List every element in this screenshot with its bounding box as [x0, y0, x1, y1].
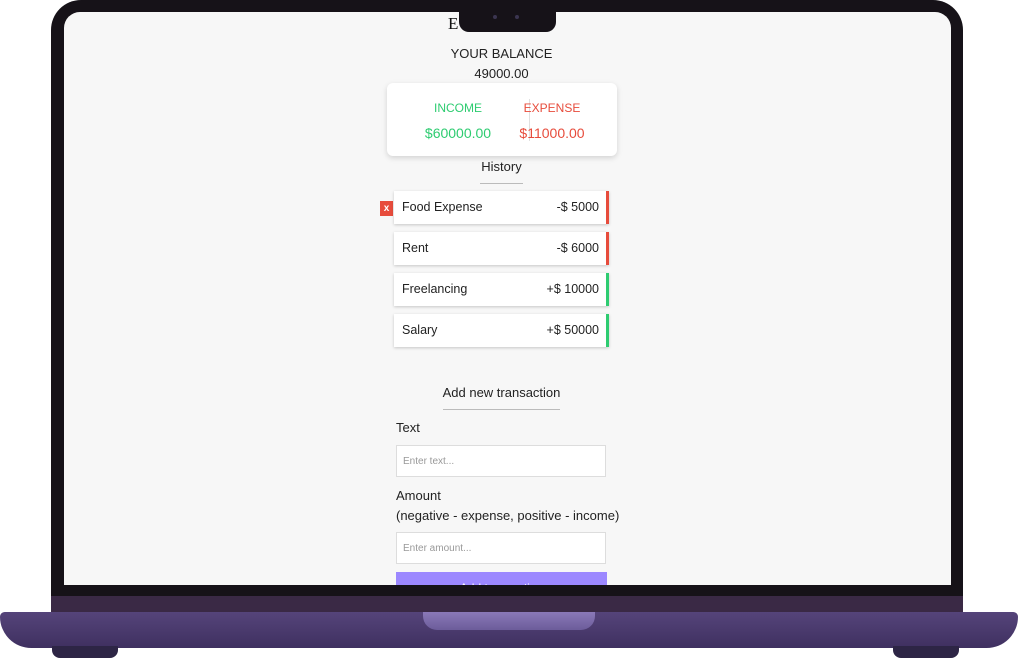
transaction-item[interactable]: Food Expense -$ 5000 — [394, 191, 609, 224]
amount-input[interactable] — [396, 532, 606, 564]
history-title: History — [481, 159, 522, 174]
transaction-amount: -$ 6000 — [556, 241, 599, 255]
expense-value: $11000.00 — [519, 125, 585, 141]
balance-value: 49000.00 — [474, 66, 529, 81]
transaction-text: Freelancing — [402, 282, 468, 296]
screen: E YOUR BALANCE 49000.00 INCOME $60000.00… — [64, 12, 951, 585]
laptop-foot-left — [52, 646, 118, 658]
transaction-amount: +$ 10000 — [546, 282, 599, 296]
add-transaction-button[interactable]: Add transaction — [396, 572, 607, 585]
amount-hint: (negative - expense, positive - income) — [396, 508, 620, 523]
form-divider — [443, 409, 560, 410]
add-transaction-title: Add new transaction — [442, 385, 561, 400]
transaction-amount: +$ 50000 — [546, 323, 599, 337]
expense-indicator — [606, 232, 609, 265]
camera-notch — [459, 0, 556, 32]
text-label: Text — [396, 420, 420, 435]
transaction-item[interactable]: Salary +$ 50000 — [394, 314, 609, 347]
camera-dot-icon — [515, 15, 519, 19]
expense-indicator — [606, 191, 609, 224]
transaction-item[interactable]: Freelancing +$ 10000 — [394, 273, 609, 306]
transaction-text: Rent — [402, 241, 429, 255]
transaction-item[interactable]: Rent -$ 6000 — [394, 232, 609, 265]
app-title: E — [448, 14, 459, 33]
laptop-opening-groove — [423, 612, 595, 630]
income-expense-card: INCOME $60000.00 EXPENSE $11000.00 — [387, 83, 617, 156]
transaction-amount: -$ 5000 — [556, 200, 599, 214]
balance-label: YOUR BALANCE — [450, 46, 553, 61]
transaction-text: Food Expense — [402, 200, 483, 214]
text-input[interactable] — [396, 445, 606, 477]
expense-column: EXPENSE $11000.00 — [495, 101, 609, 141]
expense-label: EXPENSE — [523, 101, 581, 115]
laptop-foot-right — [893, 646, 959, 658]
amount-label: Amount — [396, 488, 441, 503]
transaction-text: Salary — [402, 323, 438, 337]
delete-transaction-button[interactable]: x — [380, 201, 393, 216]
income-indicator — [606, 273, 609, 306]
income-indicator — [606, 314, 609, 347]
camera-dot-icon — [493, 15, 497, 19]
history-divider — [480, 183, 523, 184]
